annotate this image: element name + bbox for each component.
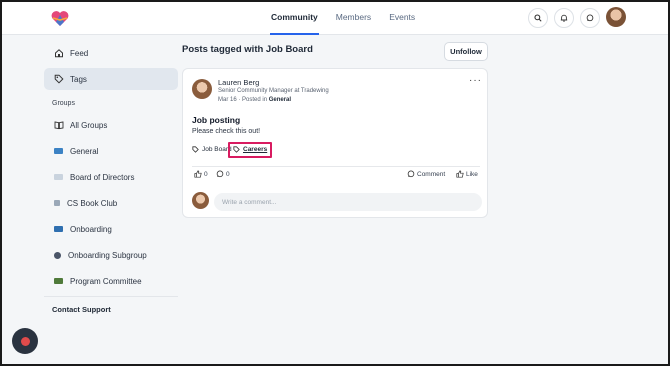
- author-title: Senior Community Manager at Tradewing: [218, 88, 329, 94]
- record-icon: [20, 336, 30, 346]
- post-group-link[interactable]: General: [269, 97, 291, 103]
- sidebar-item-label: CS Book Club: [67, 198, 118, 208]
- comment-icon: [407, 170, 415, 178]
- notifications-button[interactable]: [554, 8, 574, 28]
- post-card: Lauren Berg Senior Community Manager at …: [182, 68, 488, 218]
- tab-events[interactable]: Events: [388, 2, 416, 35]
- main-tabs: Community Members Events: [270, 2, 416, 35]
- help-widget-button[interactable]: [12, 328, 38, 354]
- group-thumbnail: [54, 174, 63, 180]
- sidebar-item-label: Onboarding Subgroup: [68, 250, 147, 260]
- more-options-icon[interactable]: ···: [469, 75, 482, 86]
- tag-label: Careers: [243, 146, 268, 153]
- current-user-avatar: [192, 192, 209, 209]
- group-thumbnail: [54, 278, 63, 284]
- top-navigation-bar: Community Members Events: [2, 2, 668, 35]
- sidebar-item-label: Board of Directors: [70, 172, 135, 182]
- sidebar-item-label: Program Committee: [70, 276, 142, 286]
- bell-icon: [560, 14, 568, 22]
- comments-count: 0: [226, 170, 230, 178]
- comments-count-button[interactable]: 0: [216, 170, 230, 178]
- post-body: Please check this out!: [192, 128, 261, 135]
- sidebar-item-label: Tags: [70, 74, 87, 84]
- like-button[interactable]: Like: [456, 170, 478, 178]
- group-thumbnail: [54, 200, 60, 206]
- post-date: Mar 16: [218, 97, 237, 103]
- groups-heading: Groups: [52, 100, 75, 107]
- like-label: Like: [466, 170, 478, 178]
- sidebar-item-label: Onboarding: [70, 224, 112, 234]
- sidebar-item-label: All Groups: [70, 120, 108, 130]
- sidebar-divider: [44, 296, 178, 297]
- unfollow-button[interactable]: Unfollow: [444, 42, 488, 61]
- sidebar-item-program-committee[interactable]: Program Committee: [44, 270, 178, 292]
- sidebar-item-label: Feed: [70, 48, 89, 58]
- sidebar-item-label: General: [70, 146, 99, 156]
- sidebar-item-onboarding-subgroup[interactable]: Onboarding Subgroup: [44, 244, 178, 266]
- book-icon: [54, 120, 64, 130]
- group-thumbnail: [54, 148, 63, 154]
- tag-job-board[interactable]: Job Board: [192, 146, 232, 153]
- home-icon: [54, 48, 64, 58]
- comment-label: Comment: [417, 170, 446, 178]
- tag-icon: [233, 146, 240, 153]
- sidebar: Feed Tags Groups All Groups General Boar…: [44, 42, 178, 319]
- post-title[interactable]: Job posting: [192, 115, 240, 125]
- post-meta: Mar 16 · Posted in General: [218, 97, 291, 103]
- posted-in-prefix: · Posted in: [238, 97, 268, 103]
- sidebar-item-onboarding[interactable]: Onboarding: [44, 218, 178, 240]
- group-thumbnail: [54, 251, 61, 259]
- likes-count: 0: [204, 170, 208, 178]
- thumbs-up-icon: [456, 170, 464, 178]
- likes-count-button[interactable]: 0: [194, 170, 208, 178]
- sidebar-item-feed[interactable]: Feed: [44, 42, 178, 64]
- thumbs-up-icon: [194, 170, 202, 178]
- sidebar-item-all-groups[interactable]: All Groups: [44, 114, 178, 136]
- tab-community[interactable]: Community: [270, 2, 319, 35]
- page-title: Posts tagged with Job Board: [182, 44, 313, 55]
- tag-careers[interactable]: Careers: [233, 146, 267, 153]
- tag-icon: [54, 74, 64, 84]
- user-avatar[interactable]: [606, 7, 626, 27]
- comment-button[interactable]: Comment: [407, 170, 445, 178]
- search-button[interactable]: [528, 8, 548, 28]
- messages-button[interactable]: [580, 8, 600, 28]
- comment-input[interactable]: [214, 193, 482, 211]
- sidebar-item-tags[interactable]: Tags: [44, 68, 178, 90]
- tab-members[interactable]: Members: [335, 2, 372, 35]
- sidebar-item-cs-book-club[interactable]: CS Book Club: [44, 192, 178, 214]
- app-window: Community Members Events Feed Tags Group…: [2, 2, 668, 364]
- comment-icon: [216, 170, 224, 178]
- post-divider: [192, 166, 480, 167]
- group-thumbnail: [54, 226, 63, 232]
- chat-icon: [586, 14, 594, 22]
- sidebar-item-general[interactable]: General: [44, 140, 178, 162]
- tag-icon: [192, 146, 199, 153]
- sidebar-item-board-of-directors[interactable]: Board of Directors: [44, 166, 178, 188]
- community-logo[interactable]: [50, 9, 70, 29]
- author-name[interactable]: Lauren Berg: [218, 78, 259, 87]
- contact-support-link[interactable]: Contact Support: [44, 301, 178, 319]
- author-avatar[interactable]: [192, 79, 212, 99]
- search-icon: [534, 14, 542, 22]
